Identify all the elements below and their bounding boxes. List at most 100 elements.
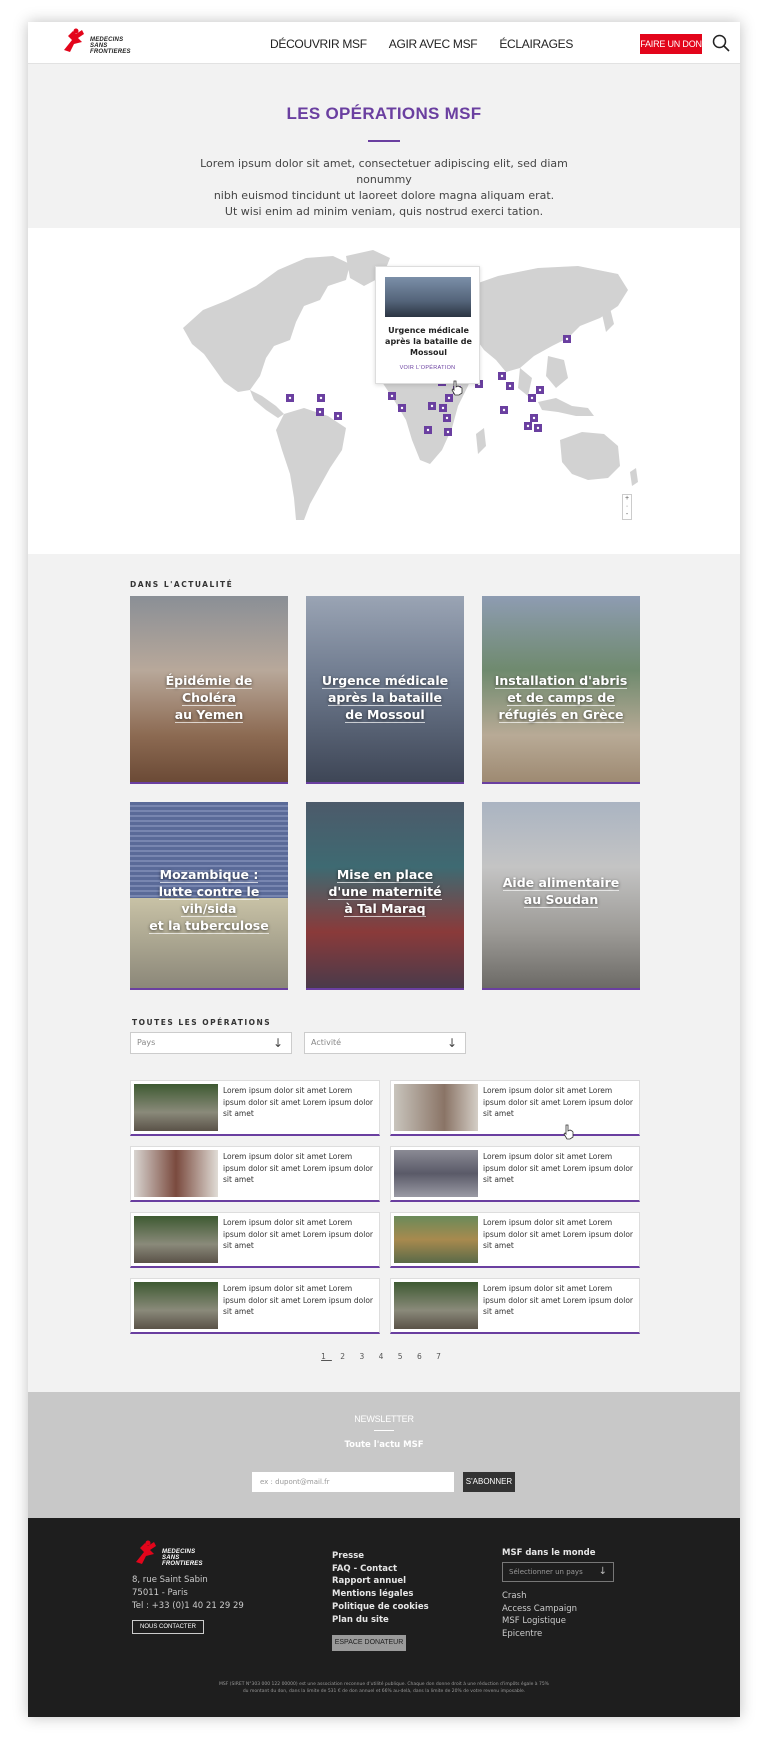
donor-space-button[interactable]: ESPACE DONATEUR	[332, 1635, 406, 1651]
news-card[interactable]: Mise en place d'une maternité à Tal Maraq	[306, 802, 464, 990]
news-card[interactable]: Aide alimentaire au Soudan	[482, 802, 640, 990]
newsletter-section: NEWSLETTER Toute l'actu MSF ex : dupont@…	[28, 1392, 740, 1518]
map-pin[interactable]	[439, 404, 447, 412]
map-pin[interactable]	[424, 426, 432, 434]
news-card-title: Installation d'abris et de camps de réfugi…	[494, 673, 628, 723]
zoom-in-button[interactable]: +	[623, 495, 631, 503]
country-select[interactable]: Sélectionner un pays ↓	[502, 1562, 614, 1582]
world-links: Crash Access Campaign MSF Logistique Epi…	[502, 1590, 577, 1640]
donate-button[interactable]: FAIRE UN DON	[640, 34, 702, 54]
newsletter-email-input[interactable]: ex : dupont@mail.fr	[252, 1472, 454, 1492]
contact-button[interactable]: NOUS CONTACTER	[132, 1620, 204, 1634]
footer-link[interactable]: Mentions légales	[332, 1588, 429, 1601]
newsletter-subtitle: Toute l'actu MSF	[344, 1440, 424, 1450]
zoom-out-button[interactable]: -	[623, 511, 631, 519]
nav-decouvrir[interactable]: DÉCOUVRIR MSF	[270, 37, 367, 51]
item-thumbnail	[134, 1150, 218, 1197]
map-popup[interactable]: Urgence médicale après la bataille de Mo…	[375, 266, 480, 384]
list-item[interactable]: Lorem ipsum dolor sit amet Lorem ipsum d…	[130, 1080, 380, 1136]
news-card[interactable]: Urgence médicale après la bataille de Moss…	[306, 596, 464, 784]
map-pin[interactable]	[536, 386, 544, 394]
footer-address: 8, rue Saint Sabin 75011 - Paris Tel : +…	[132, 1575, 244, 1611]
news-card[interactable]: Mozambique : lutte contre le vih/sida et l…	[130, 802, 288, 990]
footer-link[interactable]: Presse	[332, 1550, 429, 1563]
world-link[interactable]: Crash	[502, 1590, 577, 1603]
item-text: Lorem ipsum dolor sit amet Lorem ipsum d…	[483, 1152, 633, 1184]
map-pin[interactable]	[528, 394, 536, 402]
subscribe-button[interactable]: S'ABONNER	[463, 1472, 515, 1492]
footer-link[interactable]: FAQ - Contact	[332, 1563, 429, 1576]
page-link[interactable]: 1	[321, 1352, 332, 1361]
operations-map[interactable]: Urgence médicale après la bataille de Mo…	[28, 228, 740, 554]
logo-wordmark: MEDECINS SANS FRONTIERES	[90, 37, 131, 55]
msf-logo[interactable]: MEDECINS SANS FRONTIERES	[60, 28, 130, 58]
page-frame: MEDECINS SANS FRONTIERES DÉCOUVRIR MSF A…	[28, 22, 740, 1717]
footer-link[interactable]: Politique de cookies	[332, 1601, 429, 1614]
map-pin[interactable]	[334, 412, 342, 420]
page-link[interactable]: 7	[436, 1352, 447, 1361]
list-item[interactable]: Lorem ipsum dolor sit amet Lorem ipsum d…	[130, 1146, 380, 1202]
page-link[interactable]: 2	[340, 1352, 351, 1361]
map-pin[interactable]	[286, 394, 294, 402]
map-pin[interactable]	[563, 335, 571, 343]
news-label: DANS L'ACTUALITÉ	[130, 580, 234, 589]
map-pin[interactable]	[398, 404, 406, 412]
footer-link[interactable]: Plan du site	[332, 1614, 429, 1627]
map-pin[interactable]	[534, 424, 542, 432]
map-pin[interactable]	[506, 382, 514, 390]
search-icon[interactable]	[712, 34, 730, 52]
title-underline	[368, 140, 400, 142]
news-card[interactable]: Épidémie de Choléra au Yemen	[130, 596, 288, 784]
world-link[interactable]: Access Campaign	[502, 1603, 577, 1616]
map-pin[interactable]	[428, 402, 436, 410]
map-zoom-control[interactable]: + · -	[622, 494, 632, 520]
map-pin[interactable]	[317, 394, 325, 402]
item-thumbnail	[134, 1282, 218, 1329]
map-pin[interactable]	[444, 428, 452, 436]
footer-link[interactable]: Rapport annuel	[332, 1575, 429, 1588]
world-link[interactable]: Epicentre	[502, 1628, 577, 1641]
popup-title: Urgence médicale après la bataille de Mo…	[385, 326, 472, 357]
hero-intro: Lorem ipsum dolor sit amet, consectetuer…	[200, 157, 568, 218]
map-pin[interactable]	[443, 414, 451, 422]
list-item[interactable]: Lorem ipsum dolor sit amet Lorem ipsum d…	[130, 1212, 380, 1268]
popup-link[interactable]: VOIR L'OPÉRATION	[376, 365, 479, 371]
news-card-title: Aide alimentaire au Soudan	[502, 875, 620, 908]
hero-section: LES OPÉRATIONS MSF Lorem ipsum dolor sit…	[28, 64, 740, 228]
list-item[interactable]: Lorem ipsum dolor sit amet Lorem ipsum d…	[390, 1080, 640, 1136]
item-thumbnail	[134, 1216, 218, 1263]
map-pin[interactable]	[498, 372, 506, 380]
nav-agir[interactable]: AGIR AVEC MSF	[389, 37, 478, 51]
news-card[interactable]: Installation d'abris et de camps de réfugi…	[482, 596, 640, 784]
item-text: Lorem ipsum dolor sit amet Lorem ipsum d…	[223, 1152, 373, 1184]
page-link[interactable]: 5	[398, 1352, 409, 1361]
page-link[interactable]: 6	[417, 1352, 428, 1361]
item-thumbnail	[394, 1216, 478, 1263]
map-pin[interactable]	[316, 408, 324, 416]
list-item[interactable]: Lorem ipsum dolor sit amet Lorem ipsum d…	[390, 1212, 640, 1268]
list-item[interactable]: Lorem ipsum dolor sit amet Lorem ipsum d…	[390, 1278, 640, 1334]
pagination: 1 2 3 4 5 6 7	[28, 1352, 740, 1361]
page-title: LES OPÉRATIONS MSF	[286, 104, 482, 123]
map-pin[interactable]	[530, 414, 538, 422]
site-footer: MEDECINS SANS FRONTIERES 8, rue Saint Sa…	[28, 1518, 740, 1717]
operations-label: TOUTES LES OPÉRATIONS	[132, 1018, 272, 1027]
item-thumbnail	[394, 1282, 478, 1329]
list-item[interactable]: Lorem ipsum dolor sit amet Lorem ipsum d…	[130, 1278, 380, 1334]
item-text: Lorem ipsum dolor sit amet Lorem ipsum d…	[483, 1086, 633, 1118]
list-item[interactable]: Lorem ipsum dolor sit amet Lorem ipsum d…	[390, 1146, 640, 1202]
page-link[interactable]: 4	[379, 1352, 390, 1361]
map-pin[interactable]	[524, 422, 532, 430]
country-filter[interactable]: Pays ↓	[130, 1032, 292, 1054]
activity-filter[interactable]: Activité ↓	[304, 1032, 466, 1054]
footer-logo[interactable]: MEDECINS SANS FRONTIERES	[132, 1540, 202, 1568]
map-pin[interactable]	[388, 392, 396, 400]
newsletter-title: NEWSLETTER	[354, 1414, 414, 1424]
page-link[interactable]: 3	[359, 1352, 370, 1361]
world-link[interactable]: MSF Logistique	[502, 1615, 577, 1628]
item-text: Lorem ipsum dolor sit amet Lorem ipsum d…	[483, 1218, 633, 1250]
hand-cursor-icon	[451, 380, 463, 396]
map-pin[interactable]	[500, 406, 508, 414]
nav-eclairages[interactable]: ÉCLAIRAGES	[499, 37, 573, 51]
item-thumbnail	[394, 1150, 478, 1197]
